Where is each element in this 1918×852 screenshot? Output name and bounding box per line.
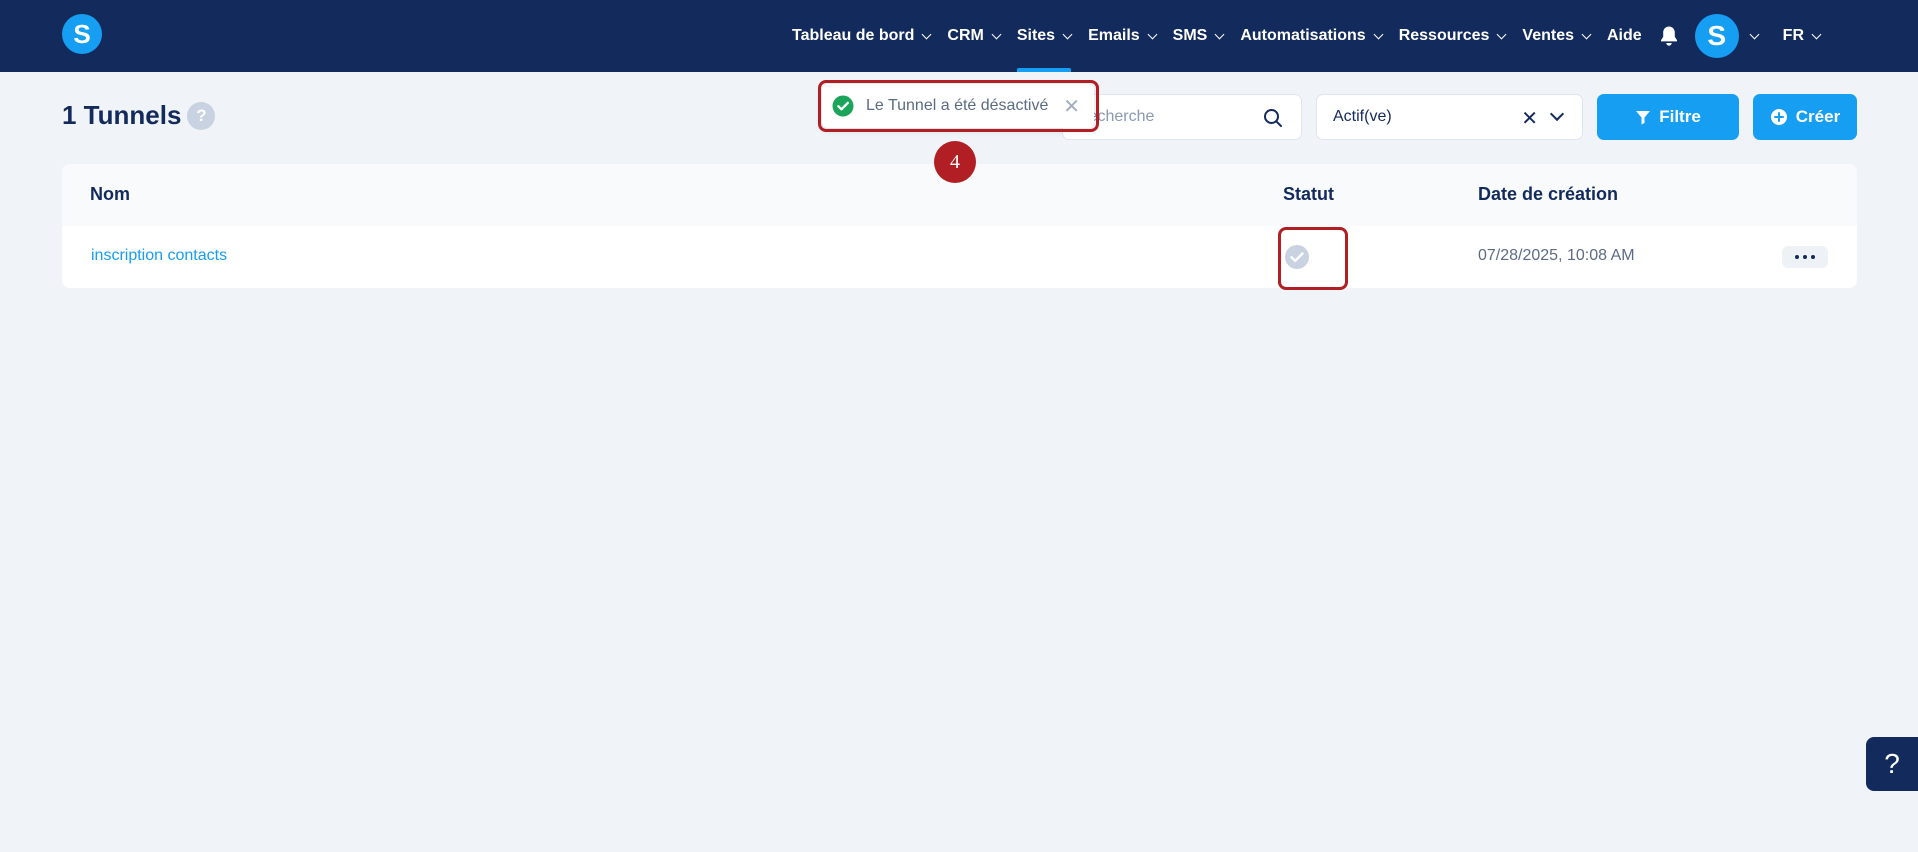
nav-item-label: Tableau de bord bbox=[792, 27, 915, 44]
user-menu[interactable]: S bbox=[1694, 14, 1760, 58]
help-icon[interactable]: ? bbox=[187, 101, 216, 130]
column-header-status[interactable]: Statut bbox=[1283, 184, 1334, 205]
chevron-down-icon bbox=[1749, 29, 1760, 39]
chevron-down-icon bbox=[1214, 29, 1225, 39]
check-circle-icon bbox=[1285, 245, 1309, 269]
chevron-down-icon bbox=[1581, 29, 1592, 39]
nav-item-label: Emails bbox=[1088, 27, 1140, 44]
column-header-created[interactable]: Date de création bbox=[1478, 184, 1618, 205]
nav-item-tableau-de-bord[interactable]: Tableau de bord bbox=[792, 0, 932, 72]
chevron-down-icon bbox=[991, 29, 1002, 39]
status-toggle[interactable] bbox=[1284, 244, 1310, 275]
chevron-down-icon bbox=[921, 29, 932, 39]
more-dot bbox=[1795, 255, 1799, 259]
status-filter-value: Actif(ve) bbox=[1333, 108, 1392, 125]
language-label: FR bbox=[1782, 27, 1804, 44]
success-toast: Le Tunnel a été désactivé ✕ bbox=[822, 84, 1094, 128]
chevron-down-icon bbox=[1373, 29, 1384, 39]
chevron-down-icon bbox=[1496, 29, 1507, 39]
search-box bbox=[1062, 94, 1302, 140]
created-date: 07/28/2025, 10:08 AM bbox=[1478, 247, 1635, 264]
nav-item-ventes[interactable]: Ventes bbox=[1522, 0, 1592, 72]
more-dot bbox=[1803, 255, 1807, 259]
nav-item-label: Automatisations bbox=[1240, 27, 1366, 44]
clear-icon[interactable]: ✕ bbox=[1521, 106, 1538, 131]
filter-button[interactable]: Filtre bbox=[1597, 94, 1739, 140]
filter-icon bbox=[1636, 111, 1651, 125]
tunnels-table: Nom Statut Date de création inscription … bbox=[62, 164, 1857, 288]
more-dot bbox=[1811, 255, 1815, 259]
nav-item-label: SMS bbox=[1172, 27, 1208, 44]
table-row: inscription contacts 07/28/2025, 10:08 A… bbox=[62, 226, 1857, 288]
nav-item-label: Aide bbox=[1607, 27, 1642, 44]
nav-item-crm[interactable]: CRM bbox=[947, 0, 1002, 72]
nav-item-label: Ventes bbox=[1522, 27, 1574, 44]
chevron-down-icon[interactable] bbox=[1549, 106, 1565, 122]
app-logo[interactable]: S bbox=[62, 14, 102, 54]
nav-item-label: Sites bbox=[1016, 27, 1056, 44]
success-check-icon bbox=[832, 95, 854, 117]
nav-item-label: Ressources bbox=[1398, 27, 1490, 44]
main-nav: Tableau de bord CRM Sites Emails SMS Aut… bbox=[792, 0, 1837, 72]
page-title-text: 1 Tunnels bbox=[62, 100, 182, 130]
nav-item-sites[interactable]: Sites bbox=[1016, 0, 1073, 72]
avatar: S bbox=[1694, 14, 1739, 58]
notifications-button[interactable] bbox=[1659, 25, 1679, 47]
tunnel-name-link[interactable]: inscription contacts bbox=[91, 247, 227, 265]
search-icon[interactable] bbox=[1263, 108, 1283, 128]
nav-item-emails[interactable]: Emails bbox=[1088, 0, 1158, 72]
toast-message: Le Tunnel a été désactivé bbox=[866, 97, 1049, 114]
create-button-label: Créer bbox=[1795, 107, 1841, 126]
step-number-badge: 4 bbox=[934, 141, 976, 183]
chevron-down-icon bbox=[1147, 29, 1158, 39]
page-title: 1 Tunnels ? bbox=[62, 100, 216, 131]
create-button[interactable]: Créer bbox=[1753, 94, 1857, 140]
chevron-down-icon bbox=[1062, 29, 1073, 39]
chevron-down-icon bbox=[1811, 29, 1822, 39]
column-header-name[interactable]: Nom bbox=[90, 184, 130, 205]
nav-item-automatisations[interactable]: Automatisations bbox=[1240, 0, 1384, 72]
row-actions-button[interactable] bbox=[1782, 246, 1828, 268]
nav-item-sms[interactable]: SMS bbox=[1172, 0, 1225, 72]
nav-item-aide[interactable]: Aide bbox=[1607, 0, 1642, 72]
close-icon[interactable]: ✕ bbox=[1063, 94, 1080, 119]
help-fab-button[interactable]: ? bbox=[1866, 737, 1918, 791]
plus-circle-icon bbox=[1770, 109, 1787, 125]
nav-item-ressources[interactable]: Ressources bbox=[1398, 0, 1507, 72]
status-filter-select[interactable]: Actif(ve) ✕ bbox=[1316, 94, 1583, 140]
bell-icon bbox=[1660, 26, 1677, 46]
nav-item-label: CRM bbox=[947, 27, 984, 44]
top-navbar: S Tableau de bord CRM Sites Emails SMS A… bbox=[0, 0, 1918, 72]
language-selector[interactable]: FR bbox=[1782, 0, 1822, 72]
filter-button-label: Filtre bbox=[1659, 107, 1701, 126]
